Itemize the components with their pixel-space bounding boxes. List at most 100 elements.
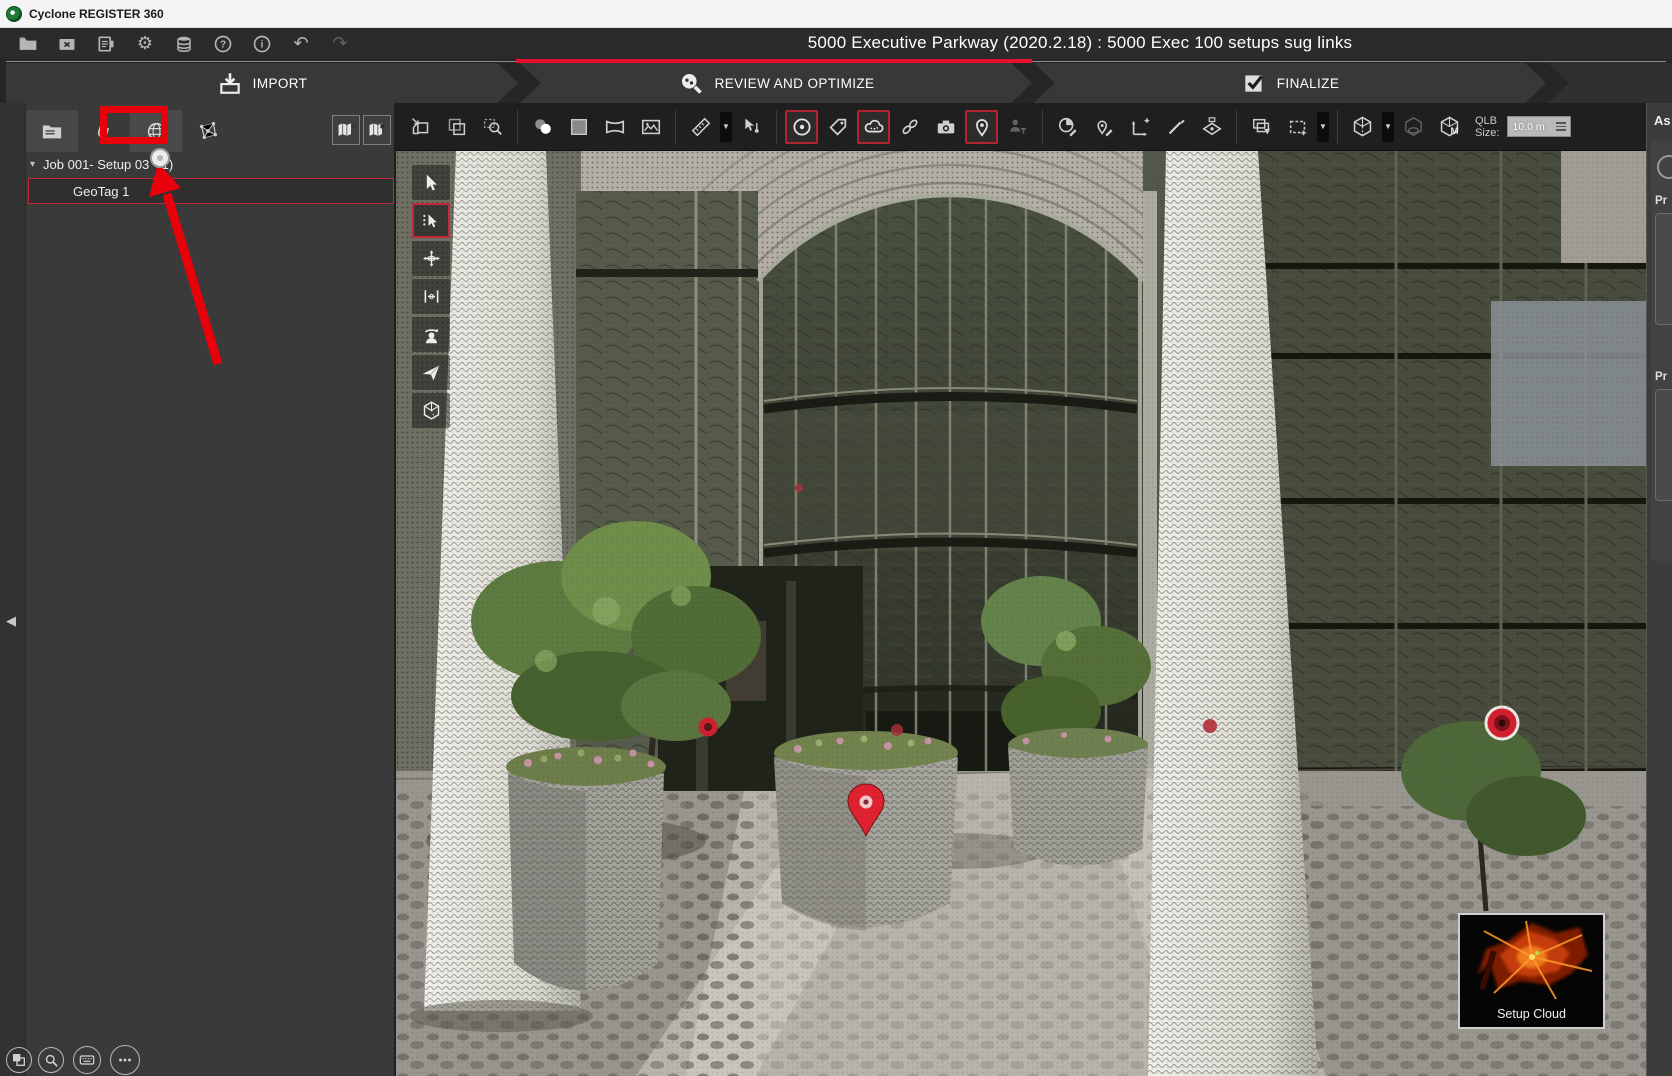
project-title: 5000 Executive Parkway (2020.2.18) : 500… [740, 33, 1420, 53]
asset-thumbnail-box-2 [1655, 389, 1672, 501]
pan-tool[interactable] [412, 279, 450, 314]
camera-snapshot-tool[interactable] [929, 110, 962, 144]
project-panel: ◀ + ▾ Job 001- Setup 03 (1) GeoTag 1 [0, 103, 396, 1076]
person-filter-tool [1001, 110, 1034, 144]
map-buttons: + [332, 115, 391, 145]
panel-bottom-buttons [0, 1043, 200, 1076]
move-axes-tool[interactable] [1123, 110, 1156, 144]
tree-expand-caret[interactable]: ▾ [30, 159, 35, 170]
setup-cloud-thumbnail[interactable]: Setup Cloud [1458, 913, 1605, 1029]
tab-project-explorer[interactable] [26, 110, 78, 152]
assets-panel-strip[interactable]: As Pr Pr [1646, 103, 1672, 1076]
probe-pick-icon[interactable] [735, 110, 768, 144]
color-map-icon[interactable] [526, 110, 559, 144]
svg-text:M: M [1450, 126, 1458, 137]
viewport-toolbar: ▼ ▼ ▼ M QLB Size: 10.0 m [396, 103, 1646, 151]
panel-tab-strip [26, 109, 234, 153]
add-map-secondary-button[interactable] [363, 115, 391, 145]
orbit-tool[interactable] [412, 241, 450, 276]
view-layout-button[interactable] [6, 1047, 32, 1073]
clone-view-icon[interactable] [440, 110, 473, 144]
tab-finalize[interactable]: FINALIZE [1034, 63, 1546, 103]
title-bar: Cyclone REGISTER 360 [0, 0, 1672, 28]
storage-icon[interactable] [172, 32, 196, 56]
tab-attachments[interactable] [78, 110, 130, 152]
view-cube-tool[interactable] [412, 393, 450, 428]
measure-dropdown[interactable]: ▼ [720, 112, 732, 142]
edit-limitbox-tool[interactable] [1051, 110, 1084, 144]
look-around-tool[interactable] [412, 317, 450, 352]
close-project-icon[interactable] [55, 32, 79, 56]
floorplan-view-tool[interactable] [1195, 110, 1228, 144]
rect-select-tool[interactable] [1281, 110, 1314, 144]
tab-import[interactable]: IMPORT [6, 63, 518, 103]
multi-select-tool[interactable] [412, 203, 450, 238]
edit-geotag-tool[interactable] [1087, 110, 1120, 144]
setup-cloud-toggle[interactable] [857, 110, 890, 144]
tab-finalize-label: FINALIZE [1277, 76, 1339, 91]
grayscale-icon[interactable] [562, 110, 595, 144]
draw-line-tool[interactable] [1159, 110, 1192, 144]
open-project-icon[interactable] [16, 32, 40, 56]
collapse-panel-arrow[interactable]: ◀ [6, 613, 16, 629]
fly-tool[interactable] [412, 355, 450, 390]
finalize-checkbox-icon [1241, 70, 1267, 96]
tab-geotags[interactable] [130, 110, 182, 152]
report-icon[interactable] [94, 32, 118, 56]
import-region-icon[interactable] [404, 110, 437, 144]
point-cloud-viewport[interactable]: Setup Cloud [396, 151, 1646, 1076]
tree-root-count: (1) [157, 157, 173, 172]
geotag-list-item[interactable]: GeoTag 1 [28, 178, 394, 204]
settings-gear-icon[interactable]: ⚙ [133, 32, 157, 56]
geotag-pin-tool[interactable] [965, 110, 998, 144]
more-options-button[interactable] [110, 1045, 140, 1075]
view-tool-column [412, 165, 450, 428]
image-view-icon[interactable] [634, 110, 667, 144]
asset-thumbnail-box-1 [1655, 213, 1672, 325]
tree-root-row[interactable]: ▾ Job 001- Setup 03 (1) [26, 152, 396, 177]
tree-root-label: Job 001- Setup 03 [43, 157, 149, 172]
cube-multi-tool[interactable]: M [1433, 110, 1466, 144]
setup-cloud-preview [1460, 915, 1603, 1005]
app-title: Cyclone REGISTER 360 [29, 7, 164, 21]
qlb-size-label: QLB Size: [1475, 115, 1499, 139]
add-map-button[interactable]: + [332, 115, 360, 145]
tab-review-label: REVIEW AND OPTIMIZE [715, 76, 875, 91]
target-marker-tool[interactable] [785, 110, 818, 144]
slider-grip-icon [1556, 122, 1566, 131]
app-logo-icon [6, 6, 22, 22]
help-icon[interactable]: ? [211, 32, 235, 56]
panel-left-rail: ◀ [0, 103, 26, 1076]
tab-sitemap-network[interactable] [182, 110, 234, 152]
properties-label-1: Pr [1655, 195, 1667, 207]
redo-icon: ↷ [328, 32, 352, 56]
svg-text:i: i [261, 39, 264, 50]
tab-review-and-optimize[interactable]: REVIEW AND OPTIMIZE [520, 63, 1032, 103]
import-download-icon [217, 70, 243, 96]
cube-view-dropdown[interactable]: ▼ [1382, 112, 1394, 142]
tag-annotation-tool[interactable] [821, 110, 854, 144]
geotag-label: GeoTag 1 [73, 184, 129, 199]
select-tool[interactable] [412, 165, 450, 200]
search-button[interactable] [38, 1047, 64, 1073]
measure-ruler-icon[interactable] [684, 110, 717, 144]
active-tab-indicator [516, 59, 1032, 63]
about-info-icon[interactable]: i [250, 32, 274, 56]
review-magnifier-icon [678, 70, 705, 97]
svg-text:?: ? [220, 39, 226, 50]
assets-panel-label: As [1654, 113, 1672, 128]
keyboard-button[interactable] [73, 1046, 101, 1074]
properties-label-2: Pr [1655, 371, 1667, 383]
cube-view-tool[interactable] [1346, 110, 1379, 144]
link-tool[interactable] [893, 110, 926, 144]
setup-cloud-thumbnail-label: Setup Cloud [1460, 1007, 1603, 1021]
svg-text:+: + [351, 121, 356, 130]
tab-import-label: IMPORT [253, 76, 308, 91]
rect-select-dropdown[interactable]: ▼ [1317, 112, 1329, 142]
panorama-view-icon[interactable] [598, 110, 631, 144]
qlb-size-slider[interactable]: 10.0 m [1507, 116, 1571, 137]
zoom-region-icon[interactable] [476, 110, 509, 144]
undo-icon[interactable]: ↶ [289, 32, 313, 56]
qlb-size-value: 10.0 m [1512, 121, 1551, 133]
image-filter-tool[interactable] [1245, 110, 1278, 144]
